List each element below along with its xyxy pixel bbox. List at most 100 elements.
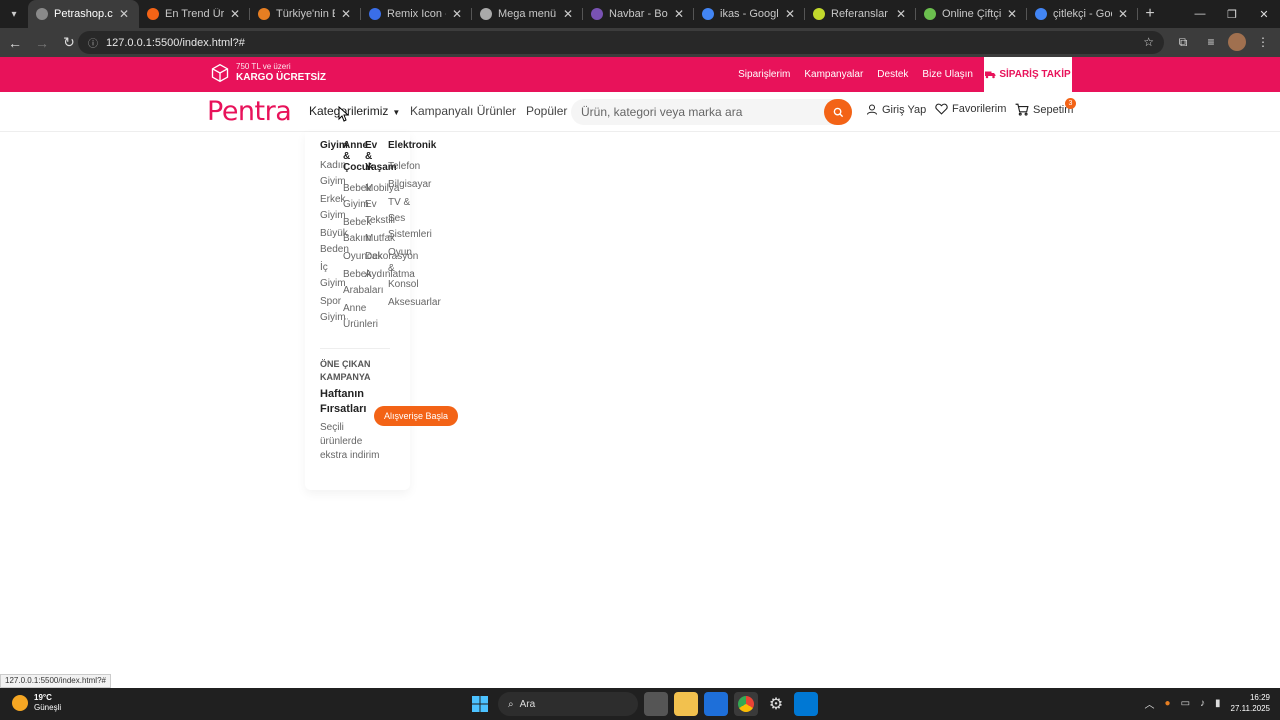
extensions-icon[interactable]: ⧉ [1172, 31, 1194, 53]
popular-link[interactable]: Popüler [526, 104, 567, 118]
menu-column-title: Ev & Yaşam [365, 140, 397, 173]
order-tracking-button[interactable]: SİPARİŞ TAKİP [984, 57, 1072, 92]
restore-icon[interactable]: ❐ [1216, 0, 1248, 28]
tab-title: Remix Icon - Ope [387, 8, 446, 20]
menu-item[interactable]: Mutfak [365, 231, 395, 247]
system-clock[interactable]: 16:29 27.11.2025 [1231, 692, 1270, 714]
search-input[interactable] [571, 99, 821, 125]
tab-favicon-icon [1035, 8, 1047, 20]
tab-close-icon[interactable]: ✕ [783, 7, 797, 21]
site-top-bar: 750 TL ve üzeri KARGO ÜCRETSİZ Siparişle… [0, 57, 1280, 92]
file-explorer-icon[interactable] [674, 692, 698, 716]
tab-close-icon[interactable]: ✕ [1005, 7, 1019, 21]
browser-tab[interactable]: En Trend Ürünler ✕ [139, 0, 250, 28]
browser-tab[interactable]: Referanslar - ikas ✕ [805, 0, 916, 28]
menu-item[interactable]: Telefon [388, 159, 438, 175]
tab-close-icon[interactable]: ✕ [672, 7, 686, 21]
browser-tab[interactable]: Mega menü tasar ✕ [472, 0, 583, 28]
favorites-link[interactable]: Favorilerim [935, 103, 1006, 115]
tab-title: Online Çiftçi | Taz [942, 8, 1001, 20]
menu-item[interactable]: Ev Tekstili [365, 197, 395, 229]
browser-tab[interactable]: Türkiye'nin En Ço ✕ [250, 0, 361, 28]
forward-icon[interactable]: → [30, 31, 54, 55]
tab-favicon-icon [591, 8, 603, 20]
support-link[interactable]: Destek [877, 69, 908, 80]
weather-widget[interactable]: 19°C Güneşli [12, 693, 61, 713]
address-url: 127.0.0.1:5500/index.html?# [106, 36, 245, 49]
orders-link[interactable]: Siparişlerim [738, 69, 790, 80]
tab-title: Navbar - Bootstra [609, 8, 668, 20]
tab-close-icon[interactable]: ✕ [450, 7, 464, 21]
clock-time: 16:29 [1249, 693, 1270, 702]
menu-column-title: Elektronik [388, 140, 437, 151]
search-button[interactable] [824, 99, 852, 125]
tab-close-icon[interactable]: ✕ [117, 7, 131, 21]
campaigns-link[interactable]: Kampanyalar [804, 69, 863, 80]
back-icon[interactable]: ← [3, 31, 27, 55]
tab-favicon-icon [813, 8, 825, 20]
tab-close-icon[interactable]: ✕ [894, 7, 908, 21]
menu-item[interactable]: Aydınlatma [365, 267, 415, 283]
mail-icon[interactable] [704, 692, 728, 716]
status-bar-url: 127.0.0.1:5500/index.html?# [0, 674, 111, 688]
browser-tab[interactable]: Remix Icon - Ope ✕ [361, 0, 472, 28]
login-link[interactable]: Giriş Yap [866, 103, 926, 116]
tab-close-icon[interactable]: ✕ [228, 7, 242, 21]
categories-menu[interactable]: Kategorilerimiz ▼ [309, 104, 400, 118]
menu-item[interactable]: Oyun & Konsol [388, 245, 420, 293]
taskbar-search[interactable]: ⌕ Ara [498, 692, 638, 716]
volume-icon[interactable]: ♪ [1200, 698, 1205, 709]
browser-tab[interactable]: Petrashop.com | A ✕ [28, 0, 139, 28]
search-box [571, 99, 852, 125]
tab-favicon-icon [702, 8, 714, 20]
tab-title: Mega menü tasar [498, 8, 557, 20]
truck-icon [985, 71, 996, 79]
network-icon[interactable]: ▭ [1181, 698, 1190, 709]
site-info-icon[interactable]: ⓘ [88, 35, 98, 50]
chrome-icon[interactable] [734, 692, 758, 716]
menu-item[interactable]: Anne Ürünleri [343, 301, 378, 333]
search-icon [833, 107, 843, 117]
tab-title: Referanslar - ikas [831, 8, 890, 20]
battery-icon[interactable]: ▮ [1215, 698, 1221, 709]
close-window-icon[interactable]: ✕ [1248, 0, 1280, 28]
browser-tab[interactable]: Online Çiftçi | Taz ✕ [916, 0, 1027, 28]
site-logo[interactable]: Pentra [207, 96, 292, 127]
login-label: Giriş Yap [882, 103, 927, 116]
show-hidden-icons[interactable]: ︿ [1145, 696, 1155, 711]
new-tab-button[interactable]: + [1138, 5, 1162, 23]
start-shopping-button[interactable]: Alışverişe Başla [374, 406, 458, 426]
user-icon [867, 104, 877, 115]
tab-favicon-icon [36, 8, 48, 20]
task-view-icon[interactable] [644, 692, 668, 716]
browser-tab[interactable]: Navbar - Bootstra ✕ [583, 0, 694, 28]
minimize-icon[interactable]: — [1184, 0, 1216, 28]
tab-title: ikas - Google'da A [720, 8, 779, 20]
tab-title: Petrashop.com | A [54, 8, 113, 20]
start-button[interactable] [468, 692, 492, 716]
menu-item[interactable]: Bilgisayar [388, 177, 438, 193]
vscode-icon[interactable] [794, 692, 818, 716]
browser-tab[interactable]: çitlekçi - Google ✕ [1027, 0, 1138, 28]
featured-title: Haftanın Fırsatları [320, 388, 367, 415]
campaign-products-link[interactable]: Kampanyalı Ürünler [410, 104, 516, 118]
media-icon[interactable]: ≡ [1200, 31, 1222, 53]
promo-title: KARGO ÜCRETSİZ [236, 71, 326, 83]
contact-link[interactable]: Bize Ulaşın [922, 69, 973, 80]
browser-tab[interactable]: ikas - Google'da A ✕ [694, 0, 805, 28]
browser-menu-icon[interactable]: ⋮ [1252, 31, 1274, 53]
menu-item[interactable]: Aksesuarlar [388, 295, 441, 311]
tab-search-icon[interactable]: ▾ [0, 0, 28, 28]
tab-close-icon[interactable]: ✕ [561, 7, 575, 21]
tab-close-icon[interactable]: ✕ [339, 7, 353, 21]
address-bar[interactable]: ⓘ 127.0.0.1:5500/index.html?# ☆ [78, 31, 1164, 54]
settings-icon[interactable]: ⚙ [764, 692, 788, 716]
bookmark-star-icon[interactable]: ☆ [1143, 35, 1154, 49]
tab-close-icon[interactable]: ✕ [1116, 7, 1130, 21]
microphone-icon[interactable]: ● [1165, 698, 1171, 709]
menu-item[interactable]: Dekorasyon [365, 249, 418, 265]
menu-item[interactable]: Mobilya [365, 181, 399, 197]
profile-avatar[interactable] [1228, 33, 1246, 51]
menu-item[interactable]: TV & Ses Sistemleri [388, 195, 432, 243]
menu-column-electronics: Elektronik Telefon Bilgisayar TV & Ses S… [388, 140, 441, 311]
